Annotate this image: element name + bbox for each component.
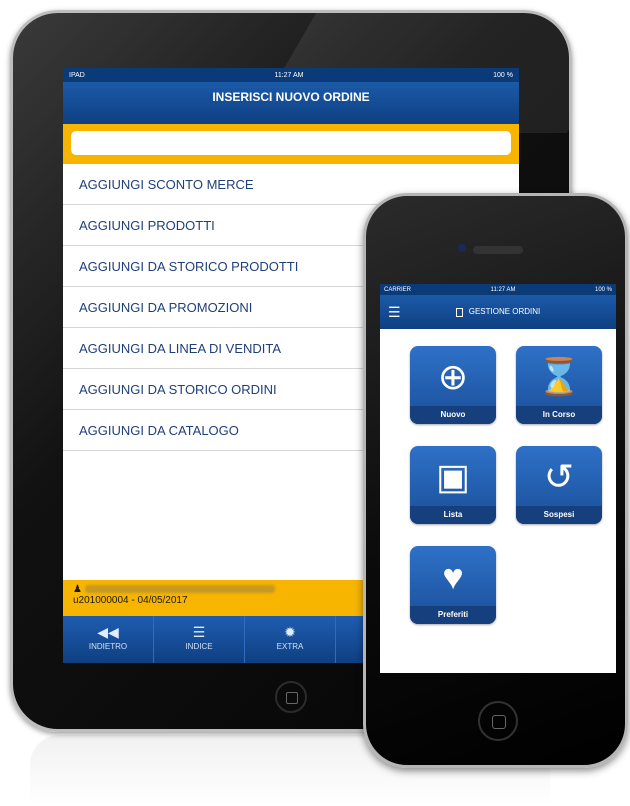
camera-icon [458, 244, 466, 252]
iphone-device: CARRIER 11:27 AM 100 % ☰ GESTIONE ORDINI… [363, 193, 628, 768]
iphone-status-battery: 100 % [594, 286, 612, 293]
customer-name-redacted [84, 585, 275, 594]
tile-nuovo[interactable]: ⊕ Nuovo [410, 346, 496, 424]
ipad-status-battery: 100 % [493, 71, 513, 79]
inbox-tray-icon: ▣ [435, 456, 470, 497]
tile-in-corso[interactable]: ⌛ In Corso [516, 346, 602, 424]
ipad-search-input[interactable] [71, 131, 511, 155]
ipad-home-button[interactable] [275, 681, 307, 713]
lightbulb-icon: ✹ [284, 624, 296, 640]
hourglass-icon: ⌛ [536, 356, 582, 397]
heart-icon: ♥ [442, 556, 464, 597]
iphone-nav-bar: ☰ GESTIONE ORDINI [380, 295, 616, 329]
tile-label: In Corso [516, 406, 602, 424]
iphone-status-carrier: CARRIER [384, 286, 412, 293]
tab-label: INDICE [185, 642, 213, 651]
tile-label: Sospesi [516, 506, 602, 524]
hamburger-menu-icon[interactable]: ☰ [388, 304, 418, 321]
ipad-status-carrier: IPAD [69, 71, 85, 79]
user-icon: ♟ [73, 584, 82, 595]
iphone-status-bar: CARRIER 11:27 AM 100 % [380, 284, 616, 295]
tab-indice[interactable]: ☰ INDICE [154, 616, 245, 663]
iphone-home-button[interactable] [478, 701, 518, 741]
ipad-status-time: 11:27 AM [274, 71, 304, 79]
tab-label: INDIETRO [88, 642, 128, 651]
iphone-screen: CARRIER 11:27 AM 100 % ☰ GESTIONE ORDINI… [380, 284, 616, 673]
tile-lista[interactable]: ▣ Lista [410, 446, 496, 524]
iphone-status-time: 11:27 AM [490, 286, 516, 293]
list-icon: ☰ [192, 624, 206, 640]
rewind-icon: ◀◀ [97, 624, 119, 640]
plus-circle-icon: ⊕ [437, 356, 469, 397]
tile-label: Lista [410, 506, 496, 524]
iphone-title-wrap: GESTIONE ORDINI [418, 307, 608, 317]
ipad-search-bar [63, 124, 519, 164]
tile-label: Nuovo [410, 406, 496, 424]
tab-indietro[interactable]: ◀◀ INDIETRO [63, 616, 154, 663]
ipad-status-bar: IPAD 11:27 AM 100 % [63, 68, 519, 82]
ipad-page-title: INSERISCI NUOVO ORDINE [63, 82, 519, 124]
tab-label: EXTRA [276, 642, 304, 651]
iphone-page-title: GESTIONE ORDINI [468, 307, 541, 317]
speaker-grille [473, 246, 523, 254]
tile-preferiti[interactable]: ♥ Preferiti [410, 546, 496, 624]
tile-sospesi[interactable]: ↺ Sospesi [516, 446, 602, 524]
tile-label: Preferiti [410, 606, 496, 624]
document-icon [455, 307, 463, 317]
history-icon: ↺ [543, 456, 575, 497]
tab-extra[interactable]: ✹ EXTRA [245, 616, 336, 663]
